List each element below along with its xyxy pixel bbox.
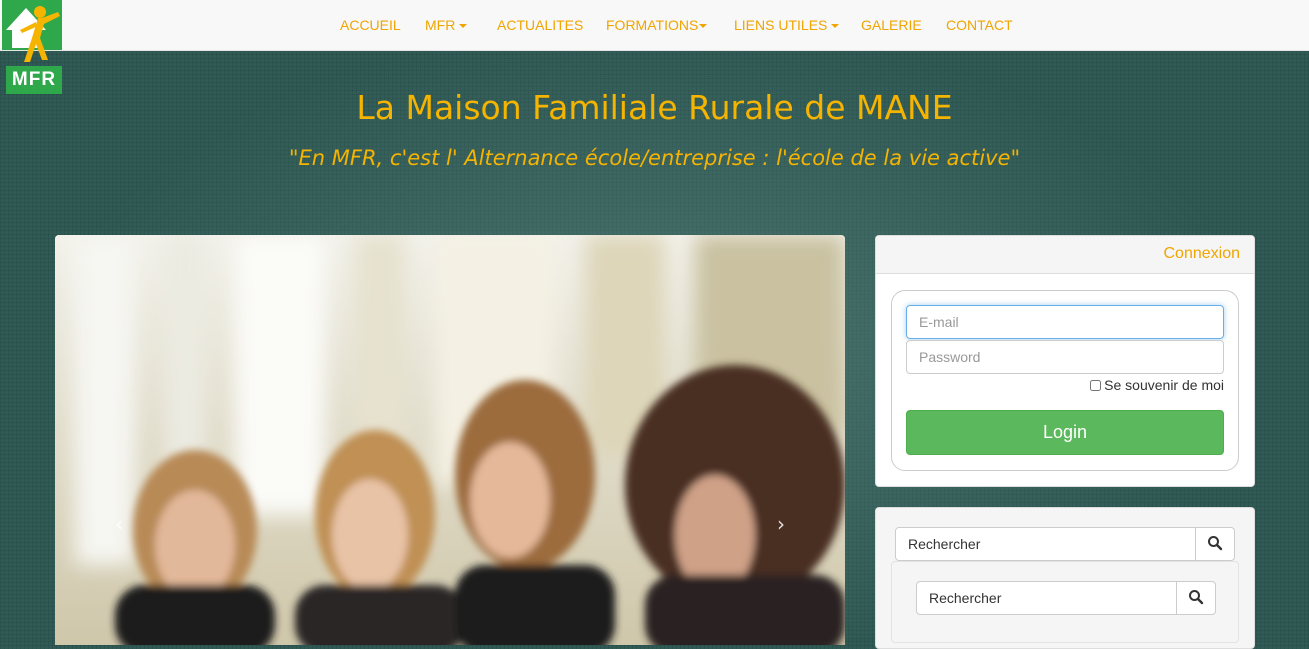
top-navbar: ACCUEIL MFR ACTUALITES FORMATIONS LIENS … <box>0 0 1309 51</box>
password-field[interactable] <box>906 340 1224 374</box>
caret-down-icon <box>831 24 840 29</box>
house-person-logo-icon <box>6 6 60 62</box>
nav-item-galerie[interactable]: GALERIE <box>861 0 922 50</box>
carousel-next-icon[interactable]: › <box>771 512 791 536</box>
search-button[interactable] <box>1195 527 1235 561</box>
search-input[interactable] <box>895 527 1196 561</box>
login-panel: Connexion Se souvenir de moi Login <box>875 235 1255 487</box>
login-form: Se souvenir de moi Login <box>891 290 1239 471</box>
nav-item-contact[interactable]: CONTACT <box>946 0 1013 50</box>
search-group-outer <box>895 527 1235 561</box>
main-menu: ACCUEIL MFR ACTUALITES FORMATIONS LIENS … <box>0 0 1309 50</box>
page-slogan: "En MFR, c'est l' Alternance école/entre… <box>288 146 1021 170</box>
nav-item-actualites[interactable]: ACTUALITES <box>497 0 583 50</box>
carousel-prev-icon[interactable]: ‹ <box>109 512 129 536</box>
remember-me[interactable]: Se souvenir de moi <box>1090 377 1224 393</box>
login-heading-title: Connexion <box>1163 245 1241 262</box>
nav-item-formations[interactable]: FORMATIONS <box>606 0 708 50</box>
search-module-box <box>891 561 1239 643</box>
email-field[interactable] <box>906 305 1224 339</box>
mfr-logo[interactable]: MFR <box>2 0 64 96</box>
nav-item-mfr[interactable]: MFR <box>425 0 468 50</box>
nav-item-accueil[interactable]: ACCUEIL <box>340 0 401 50</box>
remember-me-checkbox[interactable] <box>1090 380 1102 391</box>
search-button-module[interactable] <box>1176 581 1216 615</box>
login-panel-heading: Connexion <box>876 236 1254 274</box>
search-input-module[interactable] <box>916 581 1177 615</box>
login-button[interactable]: Login <box>906 410 1224 455</box>
caret-down-icon <box>459 24 468 29</box>
image-carousel[interactable] <box>55 235 845 645</box>
carousel-slide-image <box>55 235 845 645</box>
caret-down-icon <box>699 24 708 29</box>
search-icon <box>1208 535 1223 550</box>
remember-me-label: Se souvenir de moi <box>1104 377 1224 393</box>
search-panel <box>875 507 1255 649</box>
search-group-inner <box>916 581 1216 615</box>
page-title: La Maison Familiale Rurale de MANE <box>356 88 953 127</box>
search-icon <box>1189 589 1204 604</box>
nav-item-liens-utiles[interactable]: LIENS UTILES <box>734 0 840 50</box>
